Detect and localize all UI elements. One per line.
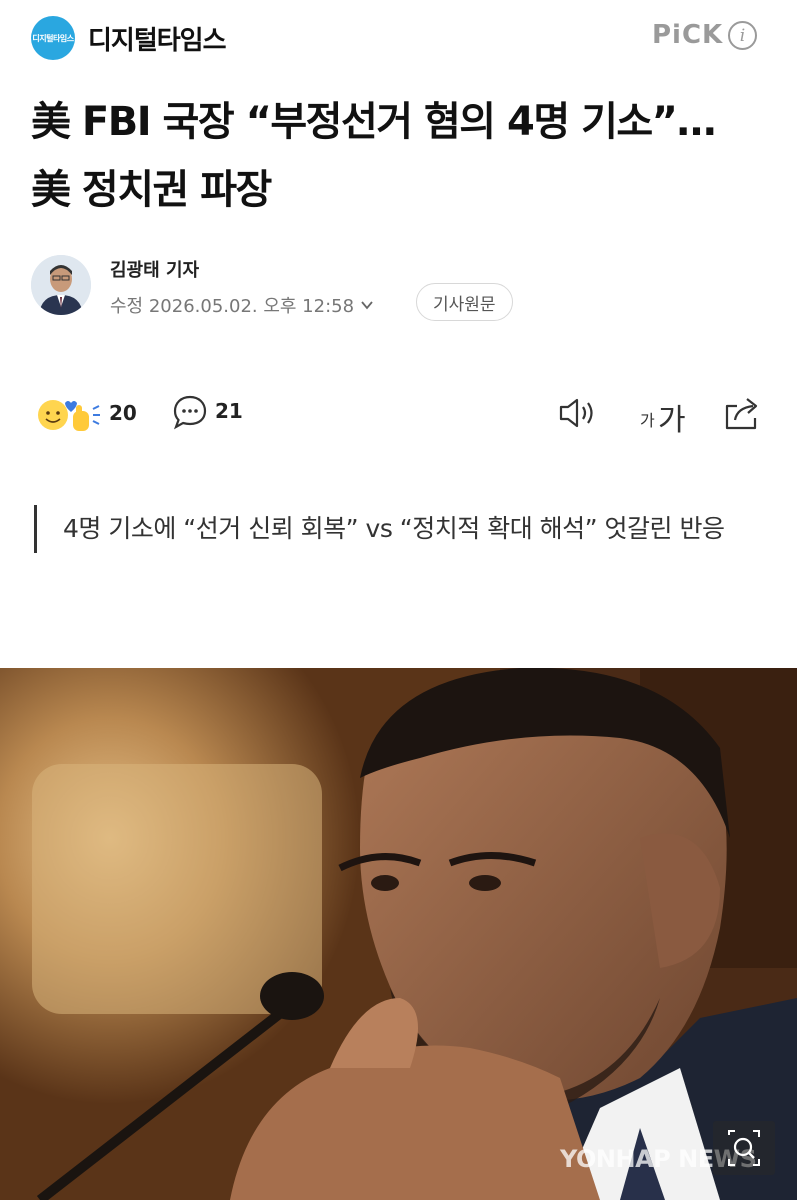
comment-icon[interactable] [171,393,209,431]
zoom-icon [728,1130,760,1166]
font-size-icon[interactable]: 가 가 [640,395,690,438]
reaction-count: 20 [109,401,137,425]
photo-zoom-button[interactable] [713,1121,775,1175]
reporter-avatar[interactable] [31,255,91,315]
date-text: 수정 2026.05.02. 오후 12:58 [110,296,355,317]
article-header: 디지털타임스 디지털타임스 PiCK i [0,0,797,78]
action-bar: 20 21 가 가 [0,385,797,441]
pick-label: PiCK [652,20,724,50]
comment-count: 21 [215,399,243,423]
speaker-icon[interactable] [557,396,601,430]
article-photo[interactable] [0,668,797,1200]
info-icon[interactable]: i [728,21,757,50]
original-article-button[interactable]: 기사원문 [416,283,513,321]
share-icon[interactable] [721,394,763,432]
reporter-name[interactable]: 김광태 기자 [110,256,199,282]
article-title: 美 FBI 국장 “부정선거 혐의 4명 기소”…美 정치권 파장 [31,99,716,213]
font-small-glyph: 가 [640,411,655,430]
chevron-down-icon[interactable] [360,298,374,312]
press-name[interactable]: 디지털타임스 [88,20,227,57]
reaction-emoji-icon[interactable] [35,393,105,433]
article-summary: 4명 기소에 “선거 신뢰 회복” vs “정치적 확대 해석” 엇갈린 반응 [34,505,734,553]
press-logo[interactable]: 디지털타임스 [31,16,75,60]
article-date[interactable]: 수정 2026.05.02. 오후 12:58 [110,292,374,318]
font-large-glyph: 가 [658,403,686,438]
